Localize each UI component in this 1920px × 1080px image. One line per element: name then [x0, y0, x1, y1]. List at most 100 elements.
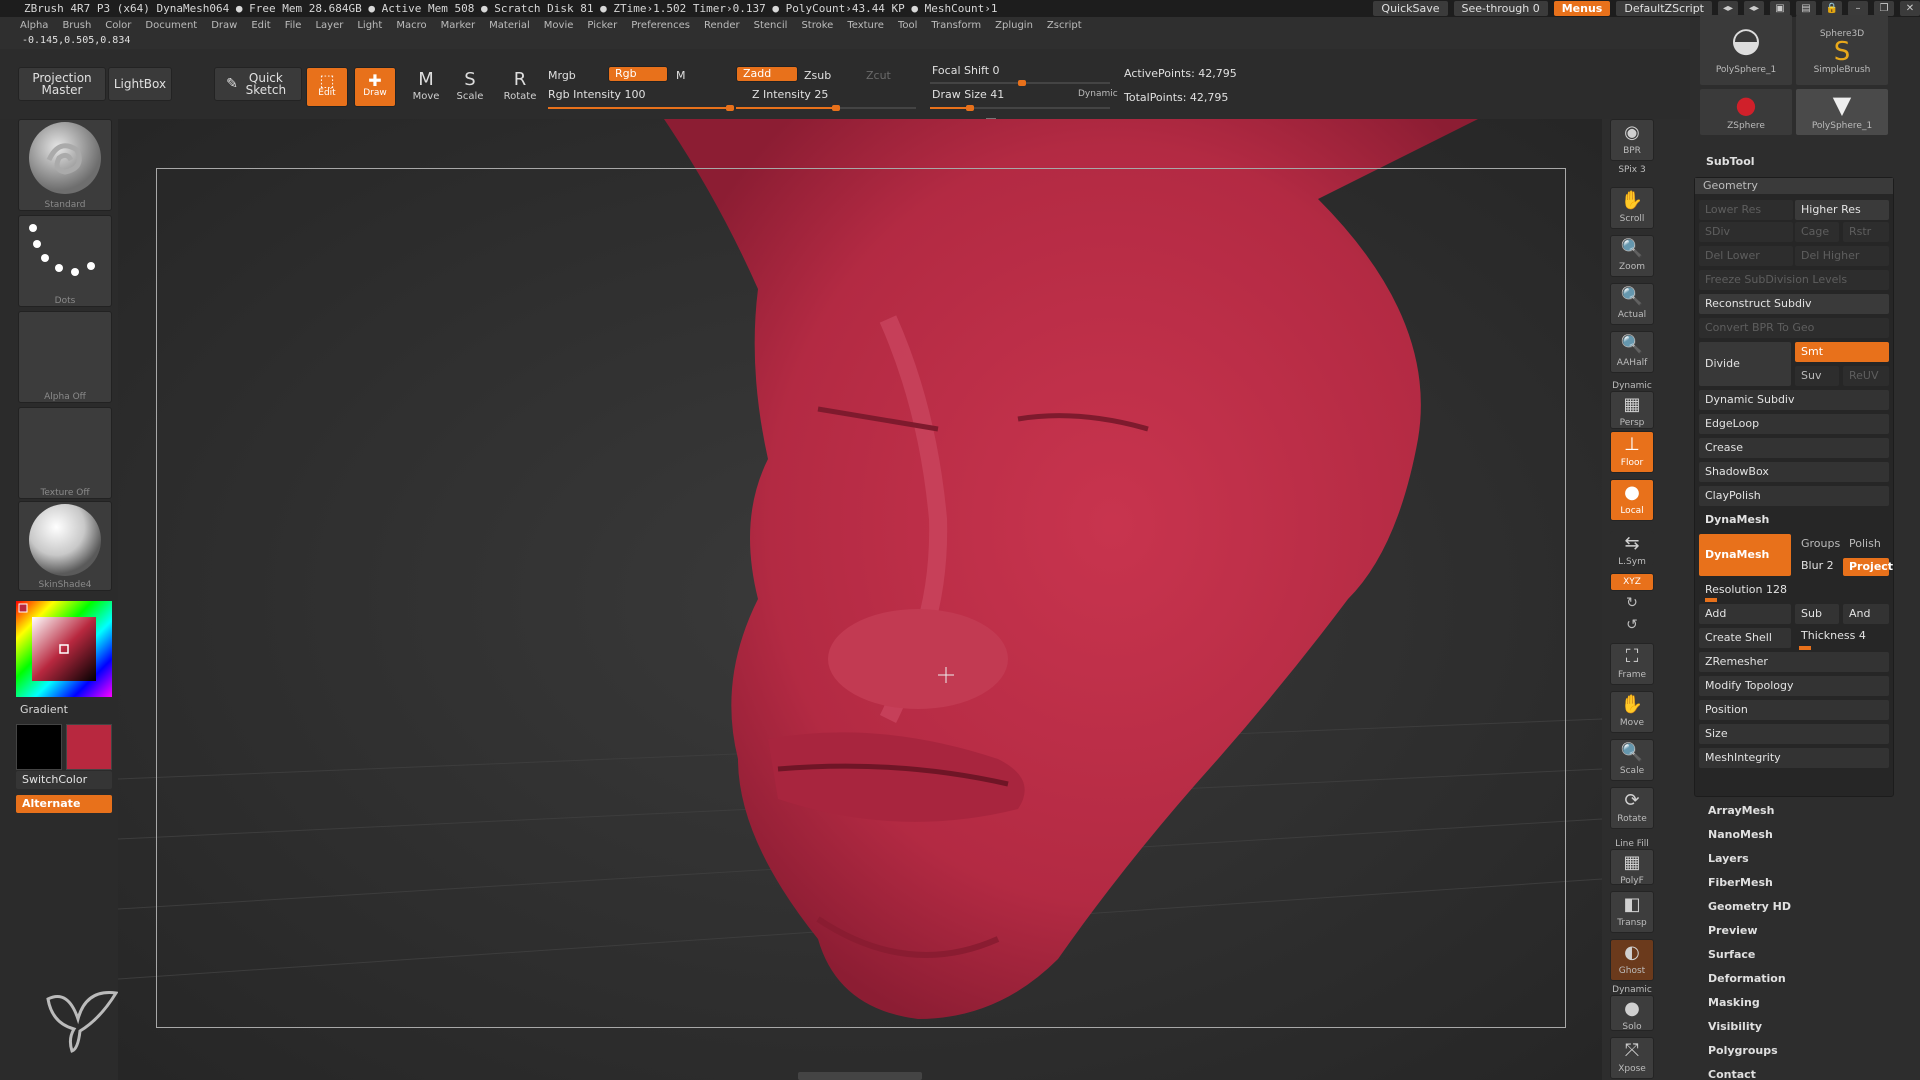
menu-marker[interactable]: Marker	[441, 20, 476, 31]
suv-toggle[interactable]: Suv	[1795, 366, 1839, 386]
menu-transform[interactable]: Transform	[931, 20, 981, 31]
zremesher-section[interactable]: ZRemesher	[1699, 652, 1889, 672]
bpr-button[interactable]: ◉ BPR	[1610, 119, 1654, 161]
alternate-button[interactable]: Alternate	[16, 795, 112, 813]
dynamic-button[interactable]: Dynamic	[1078, 89, 1118, 99]
rgb-button[interactable]: Rgb	[608, 66, 668, 82]
geometry-header[interactable]: Geometry	[1695, 178, 1893, 194]
default-zscript-button[interactable]: DefaultZScript	[1616, 1, 1712, 16]
transp-button[interactable]: ◧ Transp	[1610, 891, 1654, 933]
layers-section[interactable]: Layers	[1708, 852, 1749, 865]
zoom-button[interactable]: 🔍 Zoom	[1610, 235, 1654, 277]
thickness-knob[interactable]	[1799, 646, 1811, 650]
window-alt-icon[interactable]: ▤	[1796, 1, 1816, 16]
menu-texture[interactable]: Texture	[847, 20, 884, 31]
scale-view-button[interactable]: 🔍 Scale	[1610, 739, 1654, 781]
spix-slider[interactable]: SPix 3	[1610, 165, 1654, 175]
rgb-intensity-slider[interactable]	[548, 105, 734, 111]
dynamesh-button[interactable]: DynaMesh	[1699, 534, 1791, 576]
zadd-button[interactable]: Zadd	[736, 66, 798, 82]
menu-zplugin[interactable]: Zplugin	[995, 20, 1033, 31]
blur-slider[interactable]: Blur 2	[1795, 556, 1841, 576]
menus-button[interactable]: Menus	[1553, 1, 1611, 16]
lower-res-button[interactable]: Lower Res	[1699, 200, 1793, 220]
persp-button[interactable]: ▦ Persp	[1610, 391, 1654, 429]
scale-button[interactable]: S Scale	[452, 69, 488, 102]
mrgb-button[interactable]: Mrgb	[548, 69, 576, 82]
and-button[interactable]: And	[1843, 604, 1889, 624]
menu-render[interactable]: Render	[704, 20, 740, 31]
menu-file[interactable]: File	[285, 20, 302, 31]
scroll-button[interactable]: ✋ Scroll	[1610, 187, 1654, 229]
draw-size-slider[interactable]	[930, 105, 1110, 111]
resolution-slider[interactable]: Resolution 128	[1699, 580, 1889, 600]
create-shell-button[interactable]: Create Shell	[1699, 628, 1791, 648]
brush-thumbnail[interactable]: Standard	[18, 119, 112, 211]
lightbox-button[interactable]: LightBox	[108, 67, 172, 101]
lock-icon[interactable]: 🔒	[1822, 1, 1842, 16]
del-higher-button[interactable]: Del Higher	[1795, 246, 1889, 266]
tool-tile-polysphere-active[interactable]: ▼ PolySphere_1	[1796, 89, 1888, 135]
z-intensity-knob[interactable]	[832, 105, 840, 111]
color-picker[interactable]	[16, 601, 112, 697]
edgeloop-section[interactable]: EdgeLoop	[1699, 414, 1889, 434]
quick-sketch-button[interactable]: ✎ Quick Sketch	[214, 67, 302, 101]
dynamic-subdiv-section[interactable]: Dynamic Subdiv	[1699, 390, 1889, 410]
higher-res-button[interactable]: Higher Res	[1795, 200, 1889, 220]
dynamic-solo-label[interactable]: Dynamic	[1610, 985, 1654, 995]
menu-draw[interactable]: Draw	[211, 20, 237, 31]
secondary-color-swatch[interactable]	[16, 724, 62, 770]
arraymesh-section[interactable]: ArrayMesh	[1708, 804, 1774, 817]
menu-color[interactable]: Color	[105, 20, 131, 31]
meshintegrity-section[interactable]: MeshIntegrity	[1699, 748, 1889, 768]
switchcolor-button[interactable]: SwitchColor	[16, 771, 112, 789]
menu-document[interactable]: Document	[145, 20, 197, 31]
projection-master-button[interactable]: Projection Master	[18, 67, 106, 101]
menu-alpha[interactable]: Alpha	[20, 20, 48, 31]
lsym-button[interactable]: ⇆ L.Sym	[1610, 531, 1654, 567]
shadowbox-section[interactable]: ShadowBox	[1699, 462, 1889, 482]
rotate-button[interactable]: R Rotate	[500, 69, 540, 102]
actual-button[interactable]: 🔍 Actual	[1610, 283, 1654, 325]
freeze-subdivision-button[interactable]: Freeze SubDivision Levels	[1699, 270, 1889, 290]
convert-bpr-button[interactable]: Convert BPR To Geo	[1699, 318, 1889, 338]
xpose-button[interactable]: ⤧ Xpose	[1610, 1037, 1654, 1079]
polish-toggle[interactable]: Polish	[1843, 534, 1889, 554]
tool-tile-zsphere[interactable]: ● ZSphere	[1700, 89, 1792, 135]
contact-section[interactable]: Contact	[1708, 1068, 1756, 1080]
draw-button[interactable]: ✚ Draw	[354, 67, 396, 107]
primary-color-swatch[interactable]	[66, 724, 112, 770]
polygroups-section[interactable]: Polygroups	[1708, 1044, 1778, 1057]
material-thumbnail[interactable]: SkinShade4	[18, 501, 112, 591]
menu-macro[interactable]: Macro	[396, 20, 426, 31]
divide-button[interactable]: Divide	[1699, 342, 1791, 386]
polyf-button[interactable]: ▦ PolyF	[1610, 849, 1654, 886]
menu-stroke[interactable]: Stroke	[801, 20, 833, 31]
rstr-button[interactable]: Rstr	[1843, 222, 1889, 242]
alpha-thumbnail[interactable]: Alpha Off	[18, 311, 112, 403]
zsub-button[interactable]: Zsub	[804, 69, 831, 82]
m-button[interactable]: M	[676, 69, 686, 82]
stroke-thumbnail[interactable]: Dots	[18, 215, 112, 307]
bottom-shelf-handle[interactable]	[798, 1072, 922, 1080]
menu-brush[interactable]: Brush	[62, 20, 91, 31]
preview-section[interactable]: Preview	[1708, 924, 1758, 937]
masking-section[interactable]: Masking	[1708, 996, 1760, 1009]
frame-button[interactable]: ⛶ Frame	[1610, 643, 1654, 685]
nanomesh-section[interactable]: NanoMesh	[1708, 828, 1773, 841]
menu-edit[interactable]: Edit	[251, 20, 270, 31]
z-intensity-slider[interactable]	[736, 105, 916, 111]
resolution-knob[interactable]	[1705, 598, 1717, 602]
see-through-slider[interactable]: See-through 0	[1453, 1, 1548, 16]
del-lower-button[interactable]: Del Lower	[1699, 246, 1793, 266]
minimize-icon[interactable]: –	[1848, 1, 1868, 16]
menu-tool[interactable]: Tool	[898, 20, 917, 31]
rgb-intensity-knob[interactable]	[726, 105, 734, 111]
move-view-button[interactable]: ✋ Move	[1610, 691, 1654, 733]
groups-toggle[interactable]: Groups	[1795, 534, 1841, 554]
edit-button[interactable]: ⬚ Edit	[306, 67, 348, 107]
surface-section[interactable]: Surface	[1708, 948, 1755, 961]
dynamesh-section[interactable]: DynaMesh	[1699, 510, 1889, 530]
crease-section[interactable]: Crease	[1699, 438, 1889, 458]
fibermesh-section[interactable]: FiberMesh	[1708, 876, 1773, 889]
